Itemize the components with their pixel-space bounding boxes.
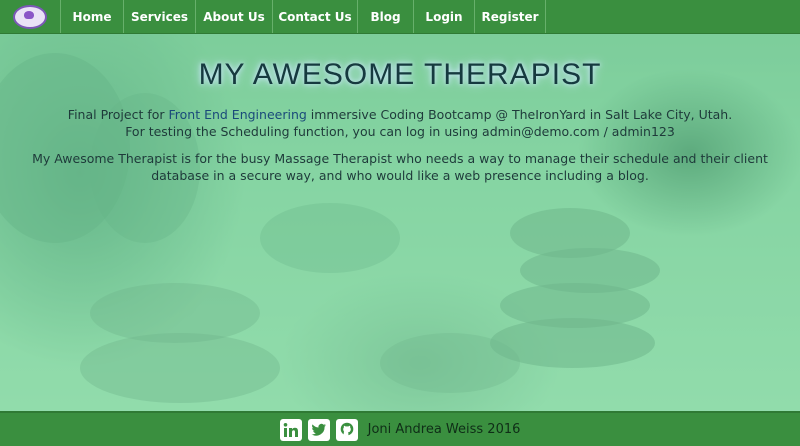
hero-section: MY AWESOME THERAPIST Final Project for F… bbox=[0, 33, 800, 184]
nav-blog[interactable]: Blog bbox=[358, 0, 414, 33]
footer-credit: Joni Andrea Weiss 2016 bbox=[367, 422, 521, 437]
nav-contact-us[interactable]: Contact Us bbox=[273, 0, 358, 33]
intro-prefix: Final Project for bbox=[67, 107, 169, 122]
description-text: My Awesome Therapist is for the busy Mas… bbox=[32, 151, 768, 183]
footer: Joni Andrea Weiss 2016 bbox=[0, 411, 800, 446]
nav-login[interactable]: Login bbox=[414, 0, 475, 33]
top-navigation: Home Services About Us Contact Us Blog L… bbox=[0, 0, 800, 34]
github-icon[interactable] bbox=[335, 418, 358, 441]
twitter-icon[interactable] bbox=[307, 418, 330, 441]
page-title: MY AWESOME THERAPIST bbox=[198, 58, 602, 91]
nav-services[interactable]: Services bbox=[124, 0, 196, 33]
nav-home[interactable]: Home bbox=[61, 0, 124, 33]
front-end-engineering-link[interactable]: Front End Engineering bbox=[168, 107, 306, 122]
linkedin-icon[interactable] bbox=[279, 418, 302, 441]
nav-about-us[interactable]: About Us bbox=[196, 0, 273, 33]
logo-link[interactable] bbox=[0, 0, 61, 33]
intro-text: Final Project for Front End Engineering … bbox=[0, 106, 800, 140]
lotus-logo-icon bbox=[13, 4, 47, 29]
intro-suffix: immersive Coding Bootcamp @ TheIronYard … bbox=[306, 107, 733, 122]
nav-register[interactable]: Register bbox=[475, 0, 546, 33]
login-instructions: For testing the Scheduling function, you… bbox=[125, 124, 675, 139]
